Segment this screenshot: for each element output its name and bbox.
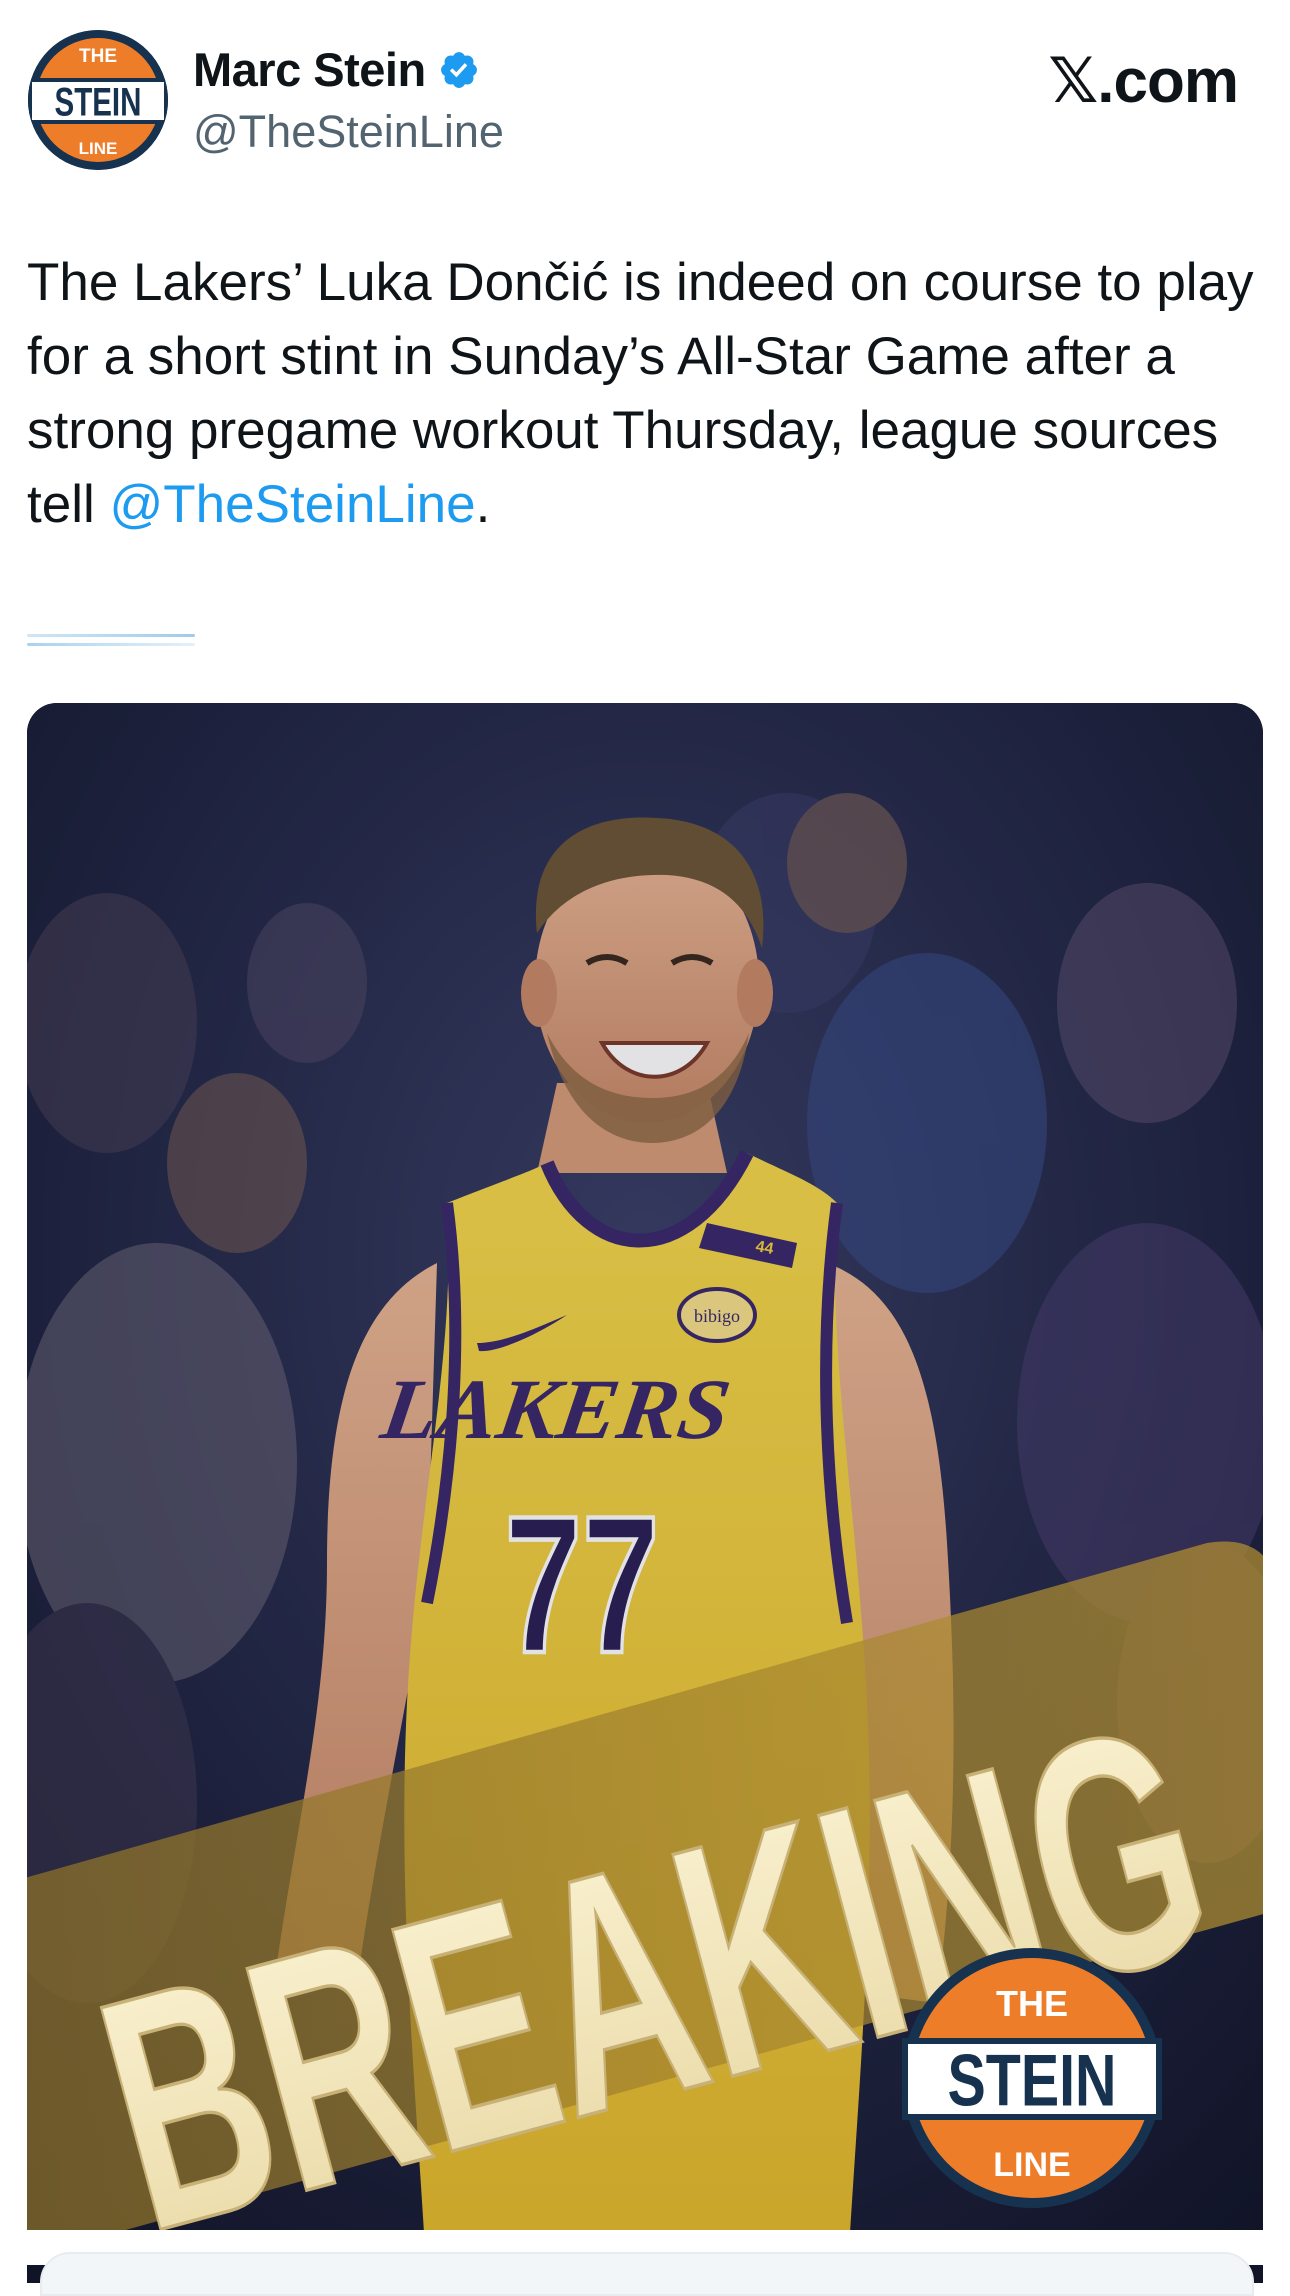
author-avatar[interactable]: THE STEIN LINE	[28, 30, 168, 170]
stein-line-watermark: THE STEIN LINE	[902, 1948, 1162, 2208]
watermark-middle: STEIN	[947, 2038, 1116, 2120]
next-card-edge	[0, 2230, 1290, 2296]
tweet-text: The Lakers’ Luka Dončić is indeed on cou…	[27, 246, 1267, 542]
tweet-header: THE STEIN LINE Marc Stein @TheSteinLine …	[0, 0, 1290, 200]
author-handle[interactable]: @TheSteinLine	[193, 106, 504, 158]
next-card-curve	[40, 2252, 1254, 2296]
mention-link[interactable]: @TheSteinLine	[109, 475, 475, 534]
loading-indicator	[27, 634, 195, 658]
author-name-row: Marc Stein	[193, 42, 480, 97]
tweet-media-image[interactable]: 44 bibigo LAKERS 77 BREAKING THE STEIN L…	[27, 703, 1263, 2283]
avatar-logo-bottom: LINE	[79, 139, 118, 158]
breaking-news-graphic: 44 bibigo LAKERS 77 BREAKING THE STEIN L…	[27, 703, 1263, 2283]
author-display-name[interactable]: Marc Stein	[193, 42, 426, 97]
stein-line-logo: THE STEIN LINE	[28, 30, 168, 170]
avatar-logo-top: THE	[79, 46, 117, 67]
watermark-bottom: LINE	[993, 2146, 1070, 2184]
x-logo: 𝕏.com	[1048, 47, 1239, 116]
watermark-top: THE	[996, 1983, 1068, 2024]
verified-badge-icon	[440, 51, 477, 88]
avatar-logo-middle: STEIN	[55, 80, 142, 124]
tweet-text-end: .	[475, 475, 491, 534]
